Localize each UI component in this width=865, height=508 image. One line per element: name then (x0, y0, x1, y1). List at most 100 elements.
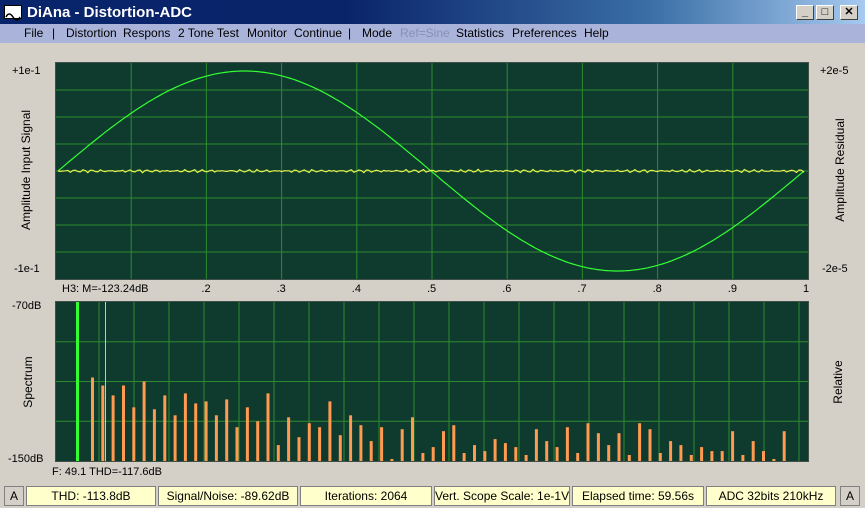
close-button[interactable]: ✕ (840, 5, 858, 20)
harmonic-bar (359, 425, 363, 461)
harmonic-bar (514, 447, 518, 461)
harmonic-bar (111, 395, 115, 461)
harmonic-bar (555, 447, 559, 461)
harmonic-bar (576, 453, 580, 461)
menu-respons[interactable]: Respons (123, 26, 170, 40)
harmonic-bar (266, 393, 270, 461)
harmonic-bar (380, 427, 384, 461)
menu-separator: | (52, 26, 56, 40)
residual-trace (57, 168, 805, 174)
menu-monitor[interactable]: Monitor (247, 26, 287, 40)
harmonic-bar (534, 429, 538, 461)
harmonic-bar (462, 453, 466, 461)
harmonic-bar (607, 445, 611, 461)
menu-file[interactable]: File (24, 26, 43, 40)
harmonic-bar (524, 455, 528, 461)
harmonic-bar (122, 385, 125, 461)
harmonic-bar (669, 441, 673, 461)
x-tick-label: .9 (727, 283, 737, 295)
harmonic-bar (782, 431, 786, 461)
x-tick-label: .4 (351, 283, 361, 295)
harmonic-bar (473, 445, 476, 461)
harmonic-bar (132, 407, 136, 461)
x-tick-label: 1 (803, 283, 810, 295)
harmonic-bar (442, 431, 445, 461)
status-left-indicator: A (4, 486, 24, 506)
harmonic-bar (194, 403, 198, 461)
harmonic-bar (627, 455, 631, 461)
status-bar: A THD: -113.8dB Signal/Noise: -89.62dB I… (0, 485, 865, 508)
harmonic-bar (142, 381, 146, 461)
top-y-max-left: +1e-1 (12, 65, 41, 77)
menu-mode[interactable]: Mode (362, 26, 392, 40)
harmonic-bar (91, 377, 94, 461)
harmonic-bar (235, 427, 239, 461)
plot-area: +1e-1 -1e-1 +2e-5 -2e-5 Amplitude Input … (0, 43, 865, 483)
top-right-axis-label: Amplitude Residual (833, 118, 847, 222)
status-thd: THD: -113.8dB (26, 486, 156, 506)
spectrum-plot[interactable] (55, 301, 809, 462)
spectrum-y-min: -150dB (8, 453, 44, 465)
menu-preferences[interactable]: Preferences (512, 26, 577, 40)
menu-statistics[interactable]: Statistics (456, 26, 504, 40)
harmonic-bar (287, 417, 291, 461)
title-bar[interactable]: DiAna - Distortion-ADC _ □ ✕ (0, 0, 865, 25)
harmonic-bar (276, 445, 280, 461)
harmonic-bar (731, 431, 735, 461)
spectrum-svg (56, 302, 808, 462)
harmonic-bar (586, 423, 590, 461)
x-tick-label: .5 (427, 283, 437, 295)
harmonic-bar (679, 445, 683, 461)
harmonic-bar (565, 427, 569, 461)
harmonic-bar (762, 451, 765, 461)
x-tick-label: .2 (201, 283, 211, 295)
status-iterations: Iterations: 2064 (300, 486, 432, 506)
harmonic-marker-readout: H3: M=-123.24dB (62, 283, 149, 295)
relative-axis-label: Relative (831, 360, 845, 404)
menu-continue[interactable]: Continue (294, 26, 342, 40)
harmonic-bar (349, 415, 353, 461)
harmonic-bar (307, 423, 311, 461)
harmonic-bar (596, 433, 600, 461)
harmonic-bar (658, 453, 662, 461)
minimize-button[interactable]: _ (796, 5, 814, 20)
status-signal-noise: Signal/Noise: -89.62dB (158, 486, 298, 506)
harmonic-bar (648, 429, 652, 461)
menu-2-tone-test[interactable]: 2 Tone Test (178, 26, 239, 40)
harmonic-bar (152, 409, 156, 461)
maximize-button[interactable]: □ (816, 5, 834, 20)
harmonic-bar (338, 435, 342, 461)
menu-ref-sine: Ref=Sine (400, 26, 450, 40)
harmonic-bar (493, 439, 497, 461)
fundamental-bar (76, 302, 79, 461)
harmonic-bar (390, 459, 394, 461)
app-icon[interactable] (4, 5, 22, 21)
menu-distortion[interactable]: Distortion (66, 26, 117, 40)
harmonic-bar (400, 429, 404, 461)
harmonic-bar (225, 399, 229, 461)
harmonic-bar (617, 433, 621, 461)
harmonic-bar (297, 437, 301, 461)
menu-separator: | (348, 26, 352, 40)
input-signal-plot[interactable] (55, 62, 809, 280)
spectrum-y-max: -70dB (12, 300, 42, 312)
top-y-min-left: -1e-1 (14, 263, 40, 275)
harmonic-bar (545, 441, 549, 461)
status-adc: ADC 32bits 210kHz (706, 486, 836, 506)
harmonic-bar (431, 447, 435, 461)
harmonic-bar (741, 455, 745, 461)
x-tick-label: .7 (577, 283, 587, 295)
harmonic-bar (483, 451, 487, 461)
app-window: DiAna - Distortion-ADC _ □ ✕ File | Dist… (0, 0, 865, 508)
harmonic-bar (101, 385, 105, 461)
menu-help[interactable]: Help (584, 26, 609, 40)
harmonic-bar (163, 395, 167, 461)
status-right-indicator: A (840, 486, 860, 506)
harmonic-bar (183, 393, 187, 461)
menu-bar: File | Distortion Respons 2 Tone Test Mo… (0, 24, 865, 43)
harmonic-bar (328, 401, 332, 461)
window-title: DiAna - Distortion-ADC (27, 4, 192, 21)
top-y-max-right: +2e-5 (820, 65, 849, 77)
thd-footer-readout: F: 49.1 THD=-117.6dB (52, 466, 162, 478)
harmonic-bar (720, 451, 724, 461)
